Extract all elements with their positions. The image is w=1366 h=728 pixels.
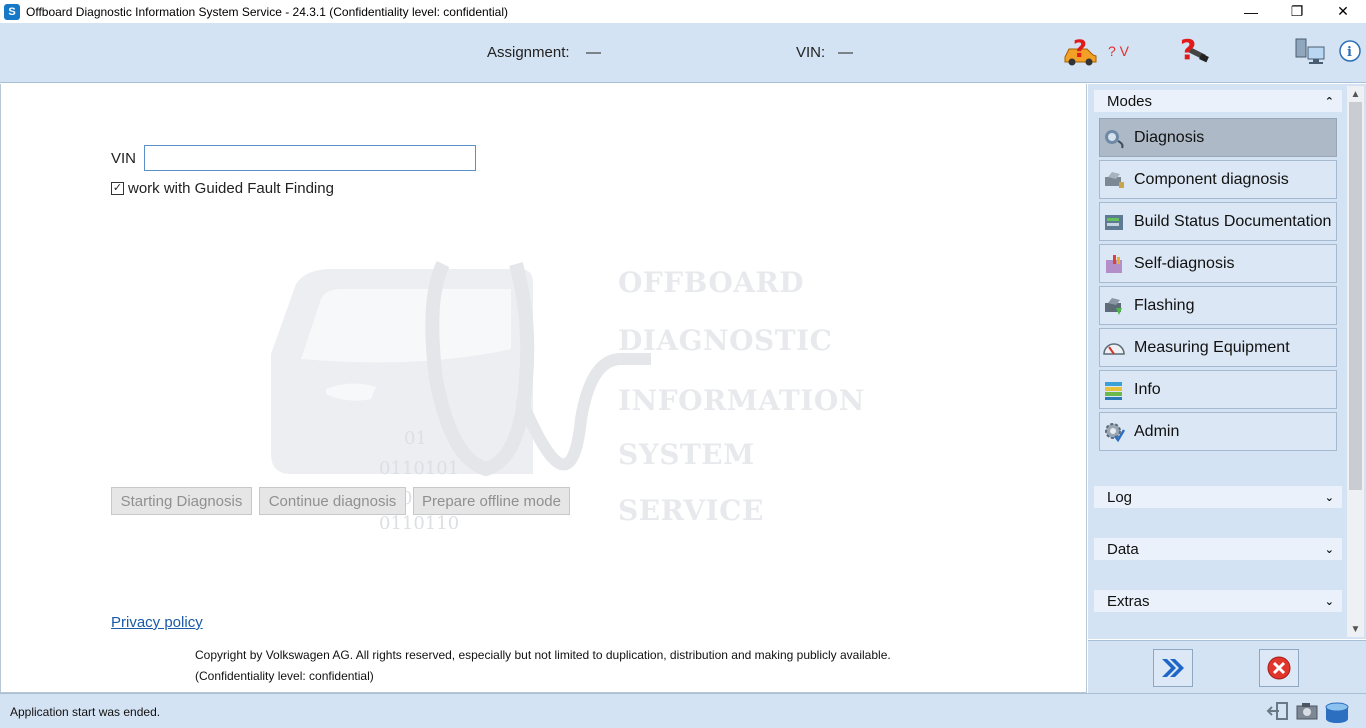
double-chevron-right-icon — [1162, 659, 1184, 677]
minimize-button[interactable]: — — [1228, 0, 1274, 23]
title-bar: S Offboard Diagnostic Information System… — [0, 0, 1366, 23]
mode-label: Component diagnosis — [1134, 170, 1289, 188]
assignment-value: — — [586, 44, 601, 61]
scroll-down-arrow[interactable]: ▼ — [1347, 621, 1364, 637]
action-bar — [1088, 640, 1366, 693]
vehicle-status-icon[interactable]: ? — [1061, 35, 1099, 67]
books-icon — [1102, 378, 1126, 402]
expand-icon: ⌄ — [1324, 595, 1334, 608]
vin-label: VIN — [111, 150, 137, 167]
camera-icon[interactable] — [1295, 701, 1319, 721]
expand-icon: ⌄ — [1324, 491, 1334, 504]
guided-fault-finding-option[interactable]: ✓ work with Guided Fault Finding — [111, 180, 334, 197]
gauge-icon — [1102, 336, 1126, 360]
svg-text:i: i — [1347, 45, 1352, 60]
mode-label: Build Status Documentation — [1134, 212, 1332, 230]
gear-icon — [1102, 420, 1126, 444]
logout-icon[interactable] — [1266, 701, 1290, 721]
svg-text:?: ? — [1073, 35, 1087, 63]
interface-status-icon[interactable]: ? — [1174, 33, 1214, 69]
sidebar-scroll-thumb[interactable] — [1349, 102, 1362, 490]
window-title: Offboard Diagnostic Information System S… — [26, 4, 509, 19]
scroll-up-arrow[interactable]: ▲ — [1347, 86, 1364, 102]
mode-self-diagnosis[interactable]: Self-diagnosis — [1099, 244, 1337, 283]
status-bar: Application start was ended. — [0, 693, 1366, 728]
expand-icon: ⌄ — [1324, 543, 1334, 556]
mode-label: Diagnosis — [1134, 128, 1205, 146]
starting-diagnosis-button[interactable]: Starting Diagnosis — [111, 487, 252, 515]
watermark-word-5: SERVICE — [618, 494, 764, 527]
svg-text:?: ? — [1180, 33, 1196, 66]
data-header-label: Data — [1107, 540, 1139, 558]
info-icon[interactable]: i — [1339, 40, 1361, 62]
mode-admin[interactable]: Admin — [1099, 412, 1337, 451]
watermark-word-4: SYSTEM — [618, 438, 755, 471]
database-icon[interactable] — [1324, 701, 1350, 723]
maximize-button[interactable]: ❐ — [1274, 0, 1320, 23]
modes-header-label: Modes — [1107, 92, 1153, 110]
mode-label: Info — [1134, 380, 1161, 398]
build-status-icon — [1102, 210, 1126, 234]
watermark-binary-4: 0110110 — [379, 513, 459, 529]
watermark-word-2: DIAGNOSTIC — [618, 324, 833, 357]
watermark-word-1: OFFBOARD — [618, 266, 804, 299]
voltage-readout: ? V — [1108, 43, 1130, 59]
privacy-policy-link[interactable]: Privacy policy — [111, 614, 203, 631]
modes-section-header[interactable]: Modes ⌃ — [1094, 90, 1342, 112]
mode-measuring-equipment[interactable]: Measuring Equipment — [1099, 328, 1337, 367]
mode-label: Self-diagnosis — [1134, 254, 1235, 272]
copyright-text: Copyright by Volkswagen AG. All rights r… — [195, 648, 891, 662]
mode-info[interactable]: Info — [1099, 370, 1337, 409]
vin-header-value: — — [838, 44, 853, 61]
extras-section-header[interactable]: Extras ⌄ — [1094, 590, 1342, 612]
collapse-icon: ⌃ — [1324, 95, 1334, 108]
assignment-label: Assignment: — [487, 44, 570, 61]
mode-label: Flashing — [1134, 296, 1195, 314]
main-area: VIN ✓ work with Guided Fault Finding 01 … — [0, 84, 1087, 693]
confidentiality-text: (Confidentiality level: confidential) — [195, 669, 374, 683]
gff-checkbox[interactable]: ✓ — [111, 182, 124, 195]
forward-button[interactable] — [1153, 649, 1193, 687]
red-x-icon — [1267, 656, 1291, 680]
mode-label: Measuring Equipment — [1134, 338, 1290, 356]
app-icon: S — [4, 3, 20, 20]
header-bar: Assignment: — VIN: — ? ? V ? i — [0, 23, 1366, 83]
close-button[interactable]: ✕ — [1320, 0, 1366, 23]
data-section-header[interactable]: Data ⌄ — [1094, 538, 1342, 560]
vin-header-label: VIN: — [796, 44, 826, 61]
status-message: Application start was ended. — [10, 705, 161, 719]
network-icon[interactable] — [1292, 35, 1328, 69]
stethoscope-icon — [1102, 126, 1126, 150]
vin-input[interactable] — [144, 145, 476, 171]
self-diagnosis-icon — [1102, 252, 1126, 276]
mode-label: Admin — [1134, 422, 1180, 440]
mode-component-diagnosis[interactable]: Component diagnosis — [1099, 160, 1337, 199]
mode-flashing[interactable]: Flashing — [1099, 286, 1337, 325]
log-header-label: Log — [1107, 488, 1133, 506]
cancel-button[interactable] — [1259, 649, 1299, 687]
log-section-header[interactable]: Log ⌄ — [1094, 486, 1342, 508]
gff-label: work with Guided Fault Finding — [128, 180, 334, 197]
watermark-binary-2: 0110101 — [379, 458, 459, 479]
watermark-binary-1: 01 — [404, 428, 427, 449]
mode-build-status-documentation[interactable]: Build Status Documentation — [1099, 202, 1337, 241]
extras-header-label: Extras — [1107, 592, 1150, 610]
continue-diagnosis-button[interactable]: Continue diagnosis — [259, 487, 406, 515]
mode-diagnosis[interactable]: Diagnosis — [1099, 118, 1337, 157]
flashing-icon — [1102, 294, 1126, 318]
prepare-offline-mode-button[interactable]: Prepare offline mode — [413, 487, 570, 515]
watermark-word-3: INFORMATION — [618, 384, 865, 417]
component-icon — [1102, 168, 1126, 192]
